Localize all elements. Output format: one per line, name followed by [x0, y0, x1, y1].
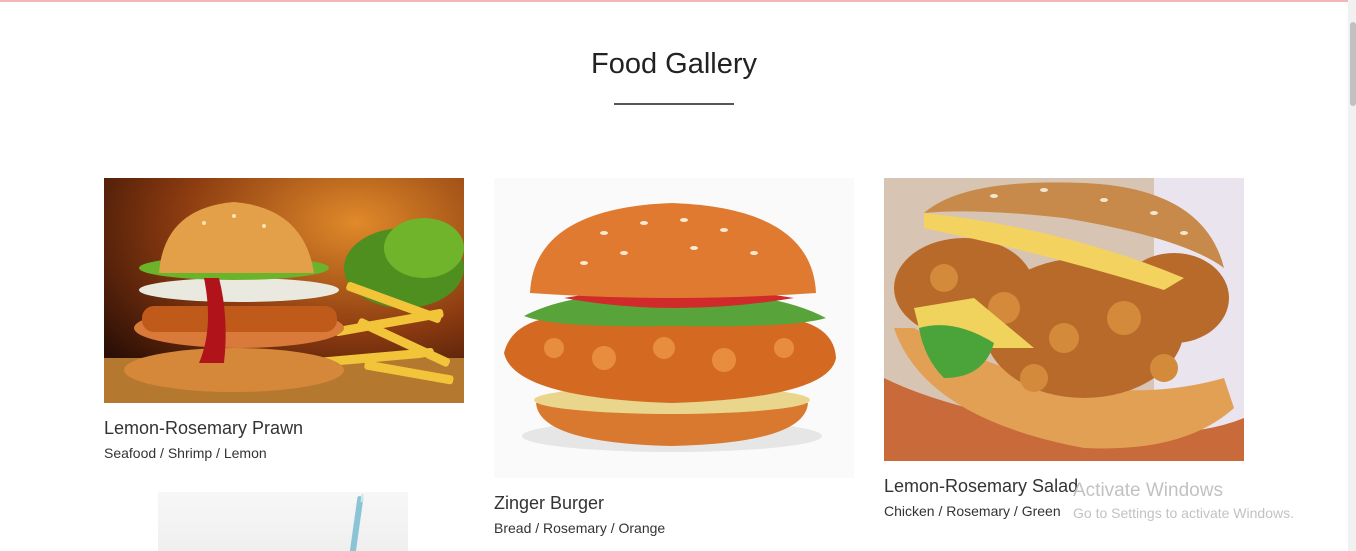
- drink-with-straw-photo[interactable]: [158, 492, 408, 551]
- gallery-item-tags: Seafood / Shrimp / Lemon: [104, 445, 267, 461]
- gallery-item-lemon-rosemary-prawn[interactable]: Lemon-Rosemary Prawn Seafood / Shrimp / …: [104, 178, 464, 462]
- zinger-burger-photo[interactable]: [494, 178, 854, 478]
- top-accent-strip: [0, 0, 1348, 2]
- title-underline: [614, 103, 734, 105]
- scrollbar-thumb[interactable]: [1350, 22, 1356, 106]
- gallery-item-name[interactable]: Lemon-Rosemary Prawn: [104, 417, 464, 439]
- burger-with-fries-photo[interactable]: [104, 178, 464, 403]
- page-title: Food Gallery: [590, 48, 757, 80]
- gallery-item-tags: Bread / Rosemary / Orange: [494, 520, 666, 536]
- vertical-scrollbar[interactable]: [1348, 0, 1356, 551]
- crispy-chicken-burger-photo[interactable]: [884, 178, 1244, 461]
- watermark-title: Activate Windows: [1073, 480, 1223, 501]
- gallery-item-zinger-burger[interactable]: Zinger Burger Bread / Rosemary / Orange: [494, 178, 854, 537]
- gallery-item-lemon-rosemary-salad[interactable]: Lemon-Rosemary Salad Chicken / Rosemary …: [884, 178, 1244, 520]
- watermark-subtitle: Go to Settings to activate Windows.: [1073, 505, 1294, 521]
- windows-activation-watermark: Activate Windows Go to Settings to activ…: [1073, 480, 1294, 522]
- gallery-item-name[interactable]: Zinger Burger: [494, 492, 854, 514]
